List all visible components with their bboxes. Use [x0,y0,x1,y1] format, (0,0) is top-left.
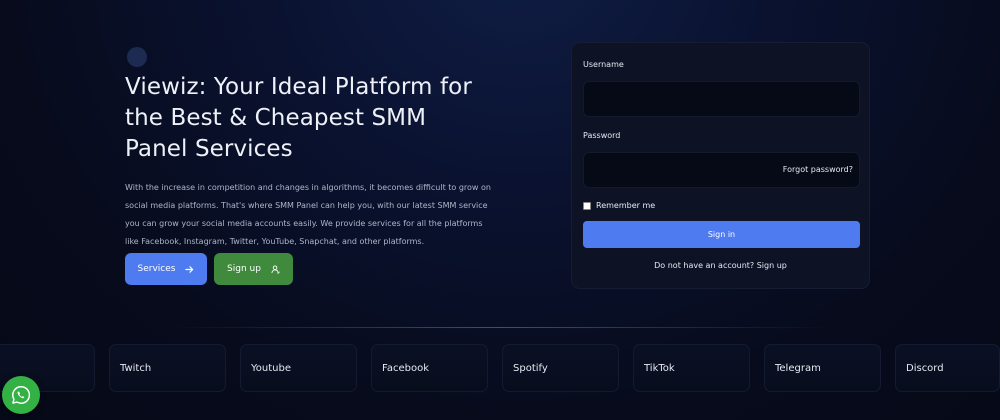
platform-label: Youtube [251,362,291,374]
platform-card[interactable]: Facebook [371,344,488,392]
platform-card[interactable]: Spotify [502,344,619,392]
forgot-password-link[interactable]: Forgot password? [783,165,853,174]
signin-button[interactable]: Sign in [583,221,860,248]
platform-card[interactable]: Discord [895,344,1000,392]
platform-label: TikTok [644,362,675,374]
remember-label: Remember me [596,201,656,210]
platform-card[interactable]: Twitch [109,344,226,392]
platform-label: Telegram [775,362,821,374]
signup-button[interactable]: Sign up [214,253,293,285]
section-divider [170,327,830,328]
user-icon [271,264,280,274]
platform-label: Twitch [120,362,152,374]
platform-label: Facebook [382,362,429,374]
platform-card[interactable]: Youtube [240,344,357,392]
hero-description: With the increase in competition and cha… [125,183,491,246]
password-input[interactable]: Forgot password? [583,152,860,188]
hero-section: Viewiz: Your Ideal Platform for the Best… [125,72,495,251]
signup-button-label: Sign up [227,264,261,274]
platform-label: Discord [906,362,944,374]
platform-card[interactable]: Telegram [764,344,881,392]
services-button[interactable]: Services [125,253,207,285]
username-input[interactable] [583,81,860,117]
decorative-dot [127,47,147,67]
username-label: Username [583,60,624,69]
remember-me[interactable]: Remember me [583,201,655,210]
password-label: Password [583,131,621,140]
whatsapp-button[interactable] [2,376,40,414]
signup-link[interactable]: Do not have an account? Sign up [572,261,869,270]
hero-title: Viewiz: Your Ideal Platform for the Best… [125,74,472,162]
platform-label: Spotify [513,362,548,374]
platform-card[interactable]: TikTok [633,344,750,392]
services-button-label: Services [137,264,176,274]
cta-row: Services Sign up [125,253,293,285]
remember-checkbox[interactable] [583,201,591,210]
platform-carousel: Twitch Youtube Facebook Spotify TikTok T… [0,344,1000,392]
arrow-right-icon [185,265,194,273]
signin-button-label: Sign in [707,230,736,239]
login-card: Username Password Forgot password? Remem… [571,42,870,289]
whatsapp-icon [12,386,31,404]
